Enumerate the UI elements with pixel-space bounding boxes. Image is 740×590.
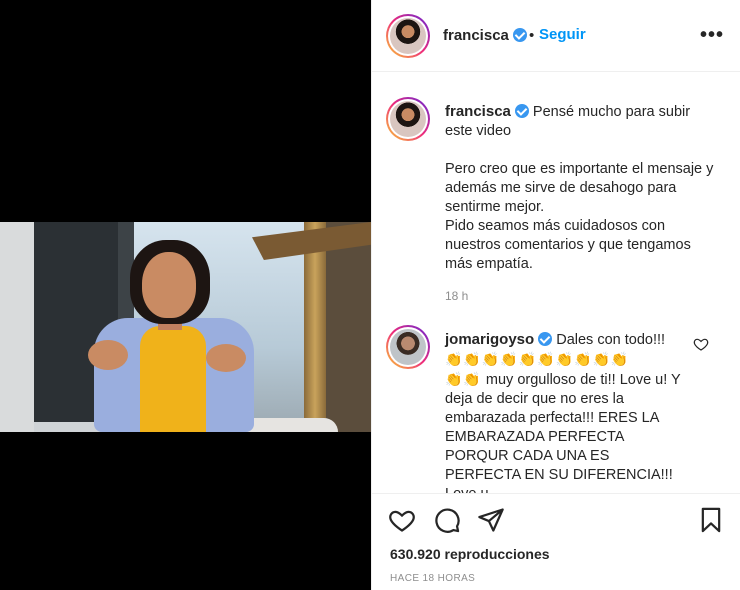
- comment-text-first: Dales con todo!!!: [556, 332, 666, 348]
- post-header: francisca • Seguir •••: [372, 0, 740, 72]
- heart-icon[interactable]: [388, 506, 416, 534]
- post-side-panel: francisca • Seguir ••• francisca Pensé m…: [372, 0, 740, 590]
- paper-plane-icon[interactable]: [477, 506, 505, 534]
- author-avatar[interactable]: [386, 14, 430, 58]
- comment-username[interactable]: jomarigoyso: [445, 331, 553, 348]
- clap-emoji-row-2: 👏👏: [445, 371, 482, 387]
- post-caption: francisca Pensé mucho para subir este vi…: [445, 102, 715, 274]
- post-timestamp[interactable]: HACE 18 HORAS: [390, 573, 475, 584]
- view-count[interactable]: 630.920 reproducciones: [390, 546, 550, 562]
- caption-text-body: Pero creo que es importante el mensaje y…: [445, 161, 714, 215]
- caption-avatar[interactable]: [386, 97, 430, 141]
- comment-icon[interactable]: [433, 506, 461, 534]
- video-person-hand-right: [206, 344, 246, 372]
- verified-badge-icon: [514, 104, 529, 118]
- comment-item: jomarigoyso Dales con todo!!! 👏👏👏👏👏👏👏👏👏👏…: [445, 330, 685, 504]
- caption-text-body2: Pido seamos más cuidadosos con nuestros …: [445, 218, 691, 272]
- header-separator: •: [529, 27, 535, 44]
- verified-badge-icon: [512, 28, 527, 42]
- post-actions-bar: 630.920 reproducciones HACE 18 HORAS: [372, 493, 740, 590]
- author-username[interactable]: francisca: [443, 27, 527, 44]
- video-person-face: [142, 252, 196, 318]
- follow-button[interactable]: Seguir: [539, 26, 586, 43]
- comment-like-heart-icon[interactable]: [693, 336, 709, 352]
- caption-username[interactable]: francisca: [445, 103, 529, 120]
- more-options-icon[interactable]: •••: [700, 24, 724, 47]
- clap-emoji-row: 👏👏👏👏👏👏👏👏👏👏: [445, 351, 630, 367]
- caption-timestamp[interactable]: 18 h: [445, 289, 468, 303]
- video-person: [88, 240, 338, 432]
- video-right-wall: [326, 222, 371, 432]
- verified-badge-icon: [538, 332, 553, 346]
- video-background-wall: [0, 222, 34, 432]
- bookmark-icon[interactable]: [697, 506, 725, 534]
- video-person-top: [140, 326, 206, 432]
- video-panel[interactable]: [0, 0, 371, 590]
- video-frame[interactable]: [0, 222, 371, 432]
- commenter-avatar[interactable]: [386, 325, 430, 369]
- video-person-hand-left: [88, 340, 128, 370]
